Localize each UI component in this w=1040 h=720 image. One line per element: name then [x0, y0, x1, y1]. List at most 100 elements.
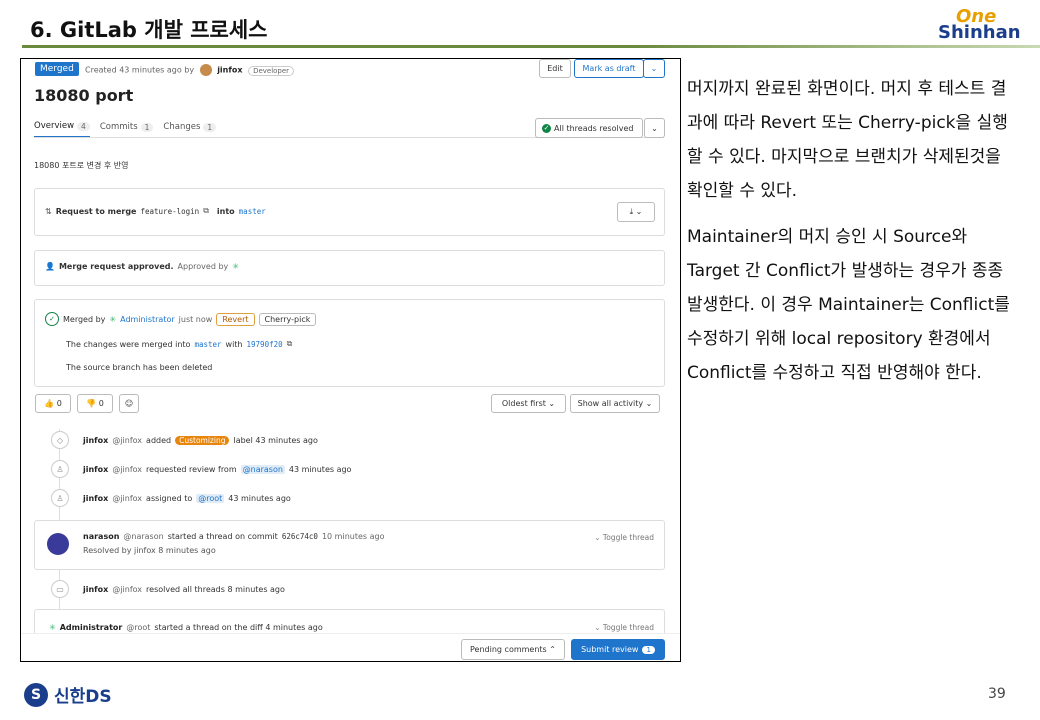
submit-review-button[interactable]: Submit review 1: [571, 639, 665, 660]
title-rule: [22, 45, 1040, 48]
footer-logo: S 신한DS: [24, 682, 112, 707]
cherry-pick-button[interactable]: Cherry-pick: [258, 312, 317, 326]
activity-text: resolved all threads 8 minutes ago: [146, 585, 285, 594]
pending-comments-button[interactable]: Pending comments ⌃: [461, 639, 565, 660]
approval-user-icon: 👤: [45, 262, 55, 271]
tab-overview[interactable]: Overview 4: [34, 121, 90, 138]
add-reaction-button[interactable]: ☺: [119, 394, 139, 413]
thread-text: started a thread on commit: [167, 532, 278, 541]
toggle-thread-label: Toggle thread: [602, 623, 654, 632]
draft-menu-chevron-button[interactable]: ⌄: [643, 59, 665, 78]
threads-chevron-button[interactable]: ⌄: [644, 118, 665, 138]
activity-filter-dropdown[interactable]: Show all activity ⌄: [570, 394, 660, 413]
chevron-down-icon: ⌄: [645, 399, 653, 408]
activity-user[interactable]: jinfox: [83, 465, 108, 474]
tab-commits[interactable]: Commits 1: [100, 121, 154, 138]
comment-icon: ▭: [51, 580, 69, 598]
tab-label: Overview: [34, 121, 75, 131]
thread-header: ✳ Administrator @root started a thread o…: [49, 623, 323, 632]
tab-count: 4: [77, 121, 90, 131]
status-badge: Merged: [35, 62, 79, 76]
activity-text: 43 minutes ago: [228, 494, 291, 503]
approval-row: 👤 Merge request approved. Approved by ✳: [45, 262, 239, 271]
activity-text: 43 minutes ago: [288, 465, 352, 474]
merged-into-row: The changes were merged into master with…: [66, 339, 292, 349]
created-text: Created 43 minutes ago by: [85, 65, 195, 75]
activity-handle: @jinfox: [112, 585, 143, 594]
logo-shinhan-text: Shinhan: [938, 22, 1021, 43]
activity-user[interactable]: jinfox: [83, 494, 108, 503]
merged-by-label: Merged by: [63, 314, 106, 324]
review-bar: Pending comments ⌃ Submit review 1: [21, 633, 680, 661]
check-circle-icon: ✓: [542, 123, 551, 133]
thread-resolved: Resolved by jinfox 8 minutes ago: [83, 546, 216, 555]
pending-label: Pending comments: [470, 645, 547, 654]
tab-label: Commits: [99, 122, 138, 132]
sort-dropdown[interactable]: Oldest first ⌄: [491, 394, 566, 413]
thumbs-down-button[interactable]: 👎 0: [77, 394, 113, 413]
author-name[interactable]: jinfox: [217, 66, 242, 75]
commit-sha[interactable]: 19790f20: [247, 340, 283, 349]
thread-commit[interactable]: 626c74c0: [282, 532, 318, 541]
activity-handle: @jinfox: [112, 494, 143, 503]
activity-handle: @jinfox: [112, 465, 143, 474]
mark-as-draft-button[interactable]: Mark as draft: [574, 59, 644, 78]
merged-time: just now: [178, 314, 213, 324]
threads-resolved-button[interactable]: ✓ All threads resolved: [535, 118, 643, 138]
chevron-down-icon: ⌄: [594, 623, 601, 632]
user-icon: ♙: [51, 460, 69, 478]
thread-text: started a thread on the diff 4 minutes a…: [154, 623, 323, 632]
activity-item: jinfox @jinfox assigned to @root 43 minu…: [83, 494, 291, 503]
mr-tabs: Overview 4 Commits 1 Changes 1: [34, 121, 217, 138]
merged-into-branch[interactable]: master: [194, 340, 221, 349]
activity-user[interactable]: jinfox: [83, 436, 108, 445]
download-button[interactable]: ⤓ ⌄: [617, 202, 655, 222]
toggle-thread-button[interactable]: ⌄ Toggle thread: [594, 533, 654, 542]
approver-avatar-icon[interactable]: ✳: [232, 262, 239, 271]
mention-link[interactable]: @root: [196, 494, 225, 503]
smiley-icon: ☺: [124, 399, 134, 408]
chevron-down-icon: ⌄: [548, 399, 556, 408]
filter-label: Show all activity: [577, 399, 644, 408]
copy-icon[interactable]: ⧉: [203, 206, 209, 216]
activity-item: jinfox @jinfox requested review from @na…: [83, 465, 351, 474]
commentary-paragraph-2: Maintainer의 머지 승인 시 Source와 Target 간 Con…: [687, 220, 1017, 390]
mention-link[interactable]: @narason: [240, 465, 285, 474]
created-info: Created 43 minutes ago by jinfox Develop…: [85, 64, 295, 76]
thread-user[interactable]: narason: [83, 532, 119, 541]
sort-label: Oldest first: [501, 399, 546, 408]
thumbs-up-button[interactable]: 👍 0: [35, 394, 71, 413]
tab-count: 1: [203, 122, 217, 132]
submit-count-badge: 1: [642, 645, 655, 654]
copy-icon[interactable]: ⧉: [287, 339, 293, 349]
admin-avatar-icon: ✳: [109, 314, 117, 324]
with-label: with: [225, 339, 243, 349]
tab-changes[interactable]: Changes 1: [163, 121, 217, 138]
revert-button[interactable]: Revert: [216, 312, 255, 326]
request-to-merge-label: Request to merge: [55, 206, 137, 216]
source-branch[interactable]: feature-login: [140, 207, 199, 216]
customizing-label[interactable]: Customizing: [175, 436, 230, 445]
target-branch[interactable]: master: [239, 207, 266, 216]
merged-by-user[interactable]: Administrator: [120, 315, 175, 324]
commentary-text: 머지까지 완료된 화면이다. 머지 후 테스트 결과에 따라 Revert 또는…: [687, 79, 1008, 201]
author-role-badge: Developer: [248, 65, 295, 76]
chevron-down-icon: ⌄: [650, 64, 658, 73]
author-avatar: [199, 64, 212, 76]
chevron-up-icon: ⌃: [549, 645, 556, 654]
shinhan-logo-icon: S: [24, 682, 48, 707]
activity-user[interactable]: jinfox: [83, 585, 108, 594]
slide: 6. GitLab 개발 프로세스 One Shinhan Merged Cre…: [0, 0, 1040, 720]
narason-avatar: [47, 533, 69, 555]
user-icon: ♙: [51, 489, 69, 507]
commentary-paragraph-1: 머지까지 완료된 화면이다. 머지 후 테스트 결과에 따라 Revert 또는…: [687, 72, 1017, 208]
activity-text: assigned to: [146, 494, 193, 503]
toggle-thread-button[interactable]: ⌄ Toggle thread: [594, 623, 654, 632]
tab-label: Changes: [163, 122, 201, 132]
edit-button[interactable]: Edit: [539, 59, 571, 78]
thumbs-up-count: 0: [56, 399, 62, 408]
activity-item: jinfox @jinfox resolved all threads 8 mi…: [83, 585, 285, 594]
thread-user[interactable]: Administrator: [60, 623, 123, 632]
thread-handle: @root: [126, 623, 151, 632]
thread-time: 10 minutes ago: [321, 532, 385, 541]
